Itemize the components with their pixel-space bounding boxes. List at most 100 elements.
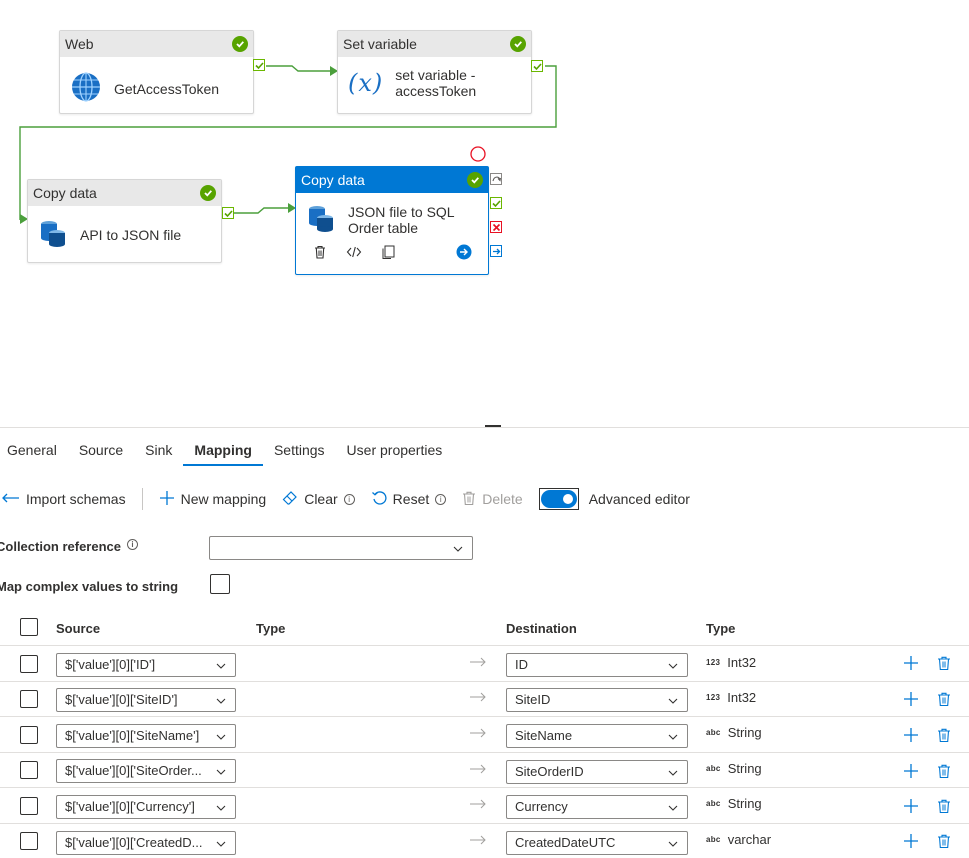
- chevron-down-icon: [667, 692, 679, 714]
- splitter-handle[interactable]: [485, 425, 501, 427]
- web-activity[interactable]: Web GetAccessToken: [59, 30, 254, 114]
- type-glyph: abc: [706, 764, 721, 773]
- add-icon[interactable]: [903, 833, 919, 852]
- arrow-right-icon: [469, 797, 487, 813]
- copy-data-icon: [306, 203, 336, 236]
- delete-icon[interactable]: [937, 798, 951, 817]
- toggle-switch[interactable]: [538, 488, 579, 510]
- chevron-down-icon: [667, 728, 679, 750]
- destination-column-dropdown[interactable]: CreatedDateUTC: [506, 831, 688, 855]
- pipeline-canvas[interactable]: Web GetAccessToken Set variable (𝑥) set …: [0, 0, 969, 420]
- map-complex-checkbox[interactable]: [210, 574, 230, 594]
- add-icon[interactable]: [903, 727, 919, 746]
- row-checkbox[interactable]: [20, 655, 38, 673]
- mapping-toolbar: Import schemas New mapping Clear i Reset…: [0, 488, 706, 510]
- column-header-source-type: Type: [256, 621, 286, 636]
- tab-settings[interactable]: Settings: [263, 440, 336, 466]
- destination-column-dropdown[interactable]: SiteOrderID: [506, 760, 688, 784]
- code-icon[interactable]: [346, 244, 362, 263]
- destination-column-dropdown[interactable]: Currency: [506, 795, 688, 819]
- info-icon[interactable]: i: [343, 493, 355, 505]
- on-completion-port[interactable]: [490, 245, 502, 257]
- add-icon[interactable]: [903, 691, 919, 710]
- row-checkbox[interactable]: [20, 690, 38, 708]
- on-success-port[interactable]: [490, 197, 502, 209]
- activity-name: GetAccessToken: [114, 80, 220, 97]
- chevron-down-icon: [667, 764, 679, 786]
- add-icon[interactable]: [903, 655, 919, 674]
- chevron-down-icon: [667, 657, 679, 679]
- delete-icon[interactable]: [937, 833, 951, 852]
- arrow-right-icon: [469, 833, 487, 849]
- add-icon[interactable]: [903, 798, 919, 817]
- tab-mapping[interactable]: Mapping: [183, 440, 263, 466]
- source-column-dropdown[interactable]: $['value'][0]['CreatedD...: [56, 831, 236, 855]
- delete-icon[interactable]: [937, 691, 951, 710]
- row-checkbox[interactable]: [20, 797, 38, 815]
- row-divider: [0, 823, 969, 824]
- copy-data-activity-selected[interactable]: Copy data JSON file to SQL Order table: [295, 166, 489, 275]
- info-icon[interactable]: i: [127, 539, 138, 550]
- source-column-dropdown[interactable]: $['value'][0]['ID']: [56, 653, 236, 677]
- type-glyph: abc: [706, 728, 721, 737]
- on-skip-port[interactable]: [490, 173, 502, 185]
- arrow-right-icon: [469, 726, 487, 742]
- set-variable-activity[interactable]: Set variable (𝑥) set variable - accessTo…: [337, 30, 532, 114]
- on-failure-port[interactable]: [490, 221, 502, 233]
- source-column-dropdown[interactable]: $['value'][0]['Currency']: [56, 795, 236, 819]
- globe-icon: [70, 71, 102, 106]
- activity-name: set variable - accessToken: [395, 67, 477, 99]
- destination-column-dropdown[interactable]: SiteName: [506, 724, 688, 748]
- clone-icon[interactable]: [380, 244, 396, 263]
- reset-icon: [371, 490, 387, 509]
- on-success-port[interactable]: [253, 59, 265, 71]
- clear-button[interactable]: Clear i: [282, 490, 355, 509]
- tab-user-properties[interactable]: User properties: [336, 440, 454, 466]
- row-divider: [0, 752, 969, 753]
- on-success-port[interactable]: [531, 60, 543, 72]
- add-icon[interactable]: [903, 763, 919, 782]
- success-icon: [510, 36, 526, 52]
- chevron-down-icon: [215, 692, 227, 714]
- row-checkbox[interactable]: [20, 832, 38, 850]
- destination-type: abc String: [706, 725, 762, 740]
- tab-sink[interactable]: Sink: [134, 440, 183, 466]
- source-column-dropdown[interactable]: $['value'][0]['SiteOrder...: [56, 759, 236, 783]
- tab-general[interactable]: General: [0, 440, 68, 466]
- panel-splitter[interactable]: [0, 427, 969, 428]
- reset-button[interactable]: Reset i: [371, 490, 447, 509]
- row-checkbox[interactable]: [20, 726, 38, 744]
- new-mapping-button[interactable]: New mapping: [159, 490, 266, 509]
- activity-actions: [296, 240, 488, 263]
- copy-data-icon: [38, 218, 68, 251]
- type-glyph: abc: [706, 835, 721, 844]
- tab-source[interactable]: Source: [68, 440, 134, 466]
- type-glyph: 123: [706, 693, 721, 702]
- delete-icon[interactable]: [312, 244, 328, 263]
- info-icon[interactable]: i: [435, 493, 447, 505]
- activity-type: Set variable: [343, 36, 417, 52]
- advanced-editor-toggle[interactable]: Advanced editor: [538, 488, 690, 510]
- on-success-port[interactable]: [222, 207, 234, 219]
- row-checkbox[interactable]: [20, 761, 38, 779]
- arrow-right-icon: [469, 762, 487, 778]
- delete-icon[interactable]: [937, 763, 951, 782]
- go-to-icon[interactable]: [456, 244, 472, 263]
- source-column-dropdown[interactable]: $['value'][0]['SiteID']: [56, 688, 236, 712]
- collection-reference-dropdown[interactable]: [209, 536, 473, 560]
- destination-column-dropdown[interactable]: ID: [506, 653, 688, 677]
- column-header-destination-type: Type: [706, 621, 736, 636]
- destination-type: 123 Int32: [706, 655, 757, 670]
- success-icon: [467, 172, 483, 188]
- column-header-source: Source: [56, 621, 101, 636]
- import-schemas-button[interactable]: Import schemas: [2, 491, 126, 507]
- select-all-checkbox[interactable]: [20, 618, 38, 636]
- collection-reference-label: Collection reference i: [0, 539, 138, 554]
- delete-icon[interactable]: [937, 655, 951, 674]
- delete-button[interactable]: Delete: [462, 490, 523, 509]
- destination-column-dropdown[interactable]: SiteID: [506, 688, 688, 712]
- type-glyph: 123: [706, 658, 721, 667]
- copy-data-activity[interactable]: Copy data API to JSON file: [27, 179, 222, 263]
- source-column-dropdown[interactable]: $['value'][0]['SiteName']: [56, 724, 236, 748]
- delete-icon[interactable]: [937, 727, 951, 746]
